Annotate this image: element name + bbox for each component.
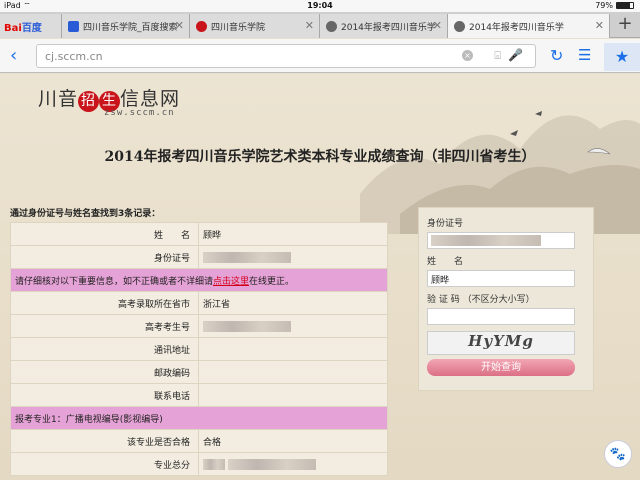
- tab-search[interactable]: 四川音乐学院_百度搜索 ✕: [62, 14, 190, 38]
- table-row: 高考录取所在省市 浙江省: [10, 291, 388, 315]
- camera-icon[interactable]: ⌻: [494, 49, 501, 63]
- redacted-value: [431, 235, 541, 246]
- major-row: 报考专业1：广播电视编导(影视编导): [10, 406, 388, 430]
- tab-sccm[interactable]: 四川音乐学院 ✕: [190, 14, 320, 38]
- name-key: 姓 名: [10, 222, 199, 246]
- captcha-label: 验 证 码 （不区分大小写）: [427, 295, 535, 305]
- address-key: 通讯地址: [10, 337, 199, 361]
- tab-title: 2014年报考四川音乐学: [469, 22, 564, 33]
- correction-link[interactable]: 点击这里: [213, 277, 249, 287]
- table-row: 联系电话: [10, 383, 388, 407]
- tab-favicon: [196, 20, 207, 32]
- table-row: 身份证号: [10, 245, 388, 269]
- table-row: 通讯地址: [10, 337, 388, 361]
- tab-score-1[interactable]: 2014年报考四川音乐学 ✕: [320, 14, 448, 38]
- id-label: 身份证号: [427, 219, 464, 229]
- tab-title: 四川音乐学院: [211, 22, 266, 33]
- globe-icon: [454, 20, 465, 32]
- clock: 19:04: [307, 1, 333, 10]
- refresh-icon[interactable]: ↻: [550, 46, 563, 65]
- tab-favicon: [68, 20, 79, 32]
- page-title: 2014年报考四川音乐学院艺术类本科专业成绩查询（非四川省考生）: [104, 149, 536, 165]
- province-key: 高考录取所在省市: [10, 291, 199, 315]
- pass-key: 该专业是否合格: [10, 429, 199, 453]
- bookmark-star-icon[interactable]: ★: [604, 43, 640, 71]
- total-score-key: 专业总分: [10, 452, 199, 476]
- id-key: 身份证号: [10, 245, 199, 269]
- notice-row: 请仔细核对以下重要信息，如不正确或者不详细请点击这里在线更正。: [10, 268, 388, 292]
- tab-title: 2014年报考四川音乐学: [341, 22, 436, 33]
- table-row: 专业总分: [10, 452, 388, 476]
- name-input[interactable]: 顾晔: [427, 270, 575, 287]
- exam-number-key: 高考考生号: [10, 314, 199, 338]
- tab-score-active[interactable]: 2014年报考四川音乐学 ✕: [448, 14, 610, 38]
- name-label: 姓 名: [427, 257, 464, 267]
- tab-title: 四川音乐学院_百度搜索: [83, 22, 178, 33]
- url-field[interactable]: cj.sccm.cn × ⌻ 🎤: [36, 44, 536, 68]
- redacted-value: [203, 320, 291, 332]
- table-row: 该专业是否合格 合格: [10, 429, 388, 453]
- captcha-image[interactable]: HyYMg: [427, 331, 575, 355]
- menu-icon[interactable]: ☰: [578, 46, 591, 64]
- globe-icon: [326, 20, 337, 32]
- redacted-value: [203, 458, 225, 470]
- phone-key: 联系电话: [10, 383, 199, 407]
- redacted-value: [203, 251, 291, 263]
- battery-icon: [616, 2, 634, 9]
- id-input[interactable]: [427, 232, 575, 249]
- back-icon[interactable]: ‹: [10, 45, 17, 66]
- baidu-logo: Bai百度: [4, 23, 42, 34]
- url-text: cj.sccm.cn: [45, 50, 103, 63]
- microphone-icon[interactable]: 🎤: [508, 48, 523, 62]
- battery-percent: 79%: [595, 1, 613, 10]
- close-icon[interactable]: ✕: [433, 19, 442, 32]
- table-row: 姓 名顾晔: [10, 222, 388, 246]
- close-icon[interactable]: ✕: [175, 19, 184, 32]
- close-icon[interactable]: ✕: [305, 19, 314, 32]
- record-count: 通过身份证号与姓名查找到3条记录：: [10, 209, 161, 219]
- zip-key: 邮政编码: [10, 360, 199, 384]
- baidu-paw-icon[interactable]: 🐾: [604, 440, 632, 468]
- close-icon[interactable]: ✕: [595, 19, 604, 32]
- table-row: 邮政编码: [10, 360, 388, 384]
- site-url-label: zsw.sccm.cn: [104, 108, 175, 118]
- address-bar: ‹ cj.sccm.cn × ⌻ 🎤 ↻ ☰ ★: [0, 39, 640, 73]
- new-tab-button[interactable]: +: [610, 12, 640, 38]
- province-value: 浙江省: [198, 291, 388, 315]
- pass-value: 合格: [198, 429, 388, 453]
- status-bar: iPad ⌔ 19:04 79%: [0, 0, 640, 12]
- web-page: 川音招生信息网 zsw.sccm.cn 2014年报考四川音乐学院艺术类本科专业…: [0, 74, 640, 480]
- captcha-input[interactable]: [427, 308, 575, 325]
- clear-icon[interactable]: ×: [462, 50, 473, 61]
- query-panel: 身份证号 姓 名 顾晔 验 证 码 （不区分大小写） HyYMg 开始查询: [418, 207, 594, 391]
- major-label: 报考专业1：广播电视编导(影视编导): [10, 406, 388, 430]
- result-table: 姓 名顾晔 身份证号 请仔细核对以下重要信息，如不正确或者不详细请点击这里在线更…: [10, 222, 388, 476]
- redacted-value: [227, 458, 316, 470]
- tab-bar: Bai百度 四川音乐学院_百度搜索 ✕ 四川音乐学院 ✕ 2014年报考四川音乐…: [0, 12, 640, 38]
- search-button[interactable]: 开始查询: [427, 359, 575, 376]
- tab-baidu[interactable]: Bai百度: [0, 14, 62, 38]
- name-value: 顾晔: [198, 222, 388, 246]
- table-row: 高考考生号: [10, 314, 388, 338]
